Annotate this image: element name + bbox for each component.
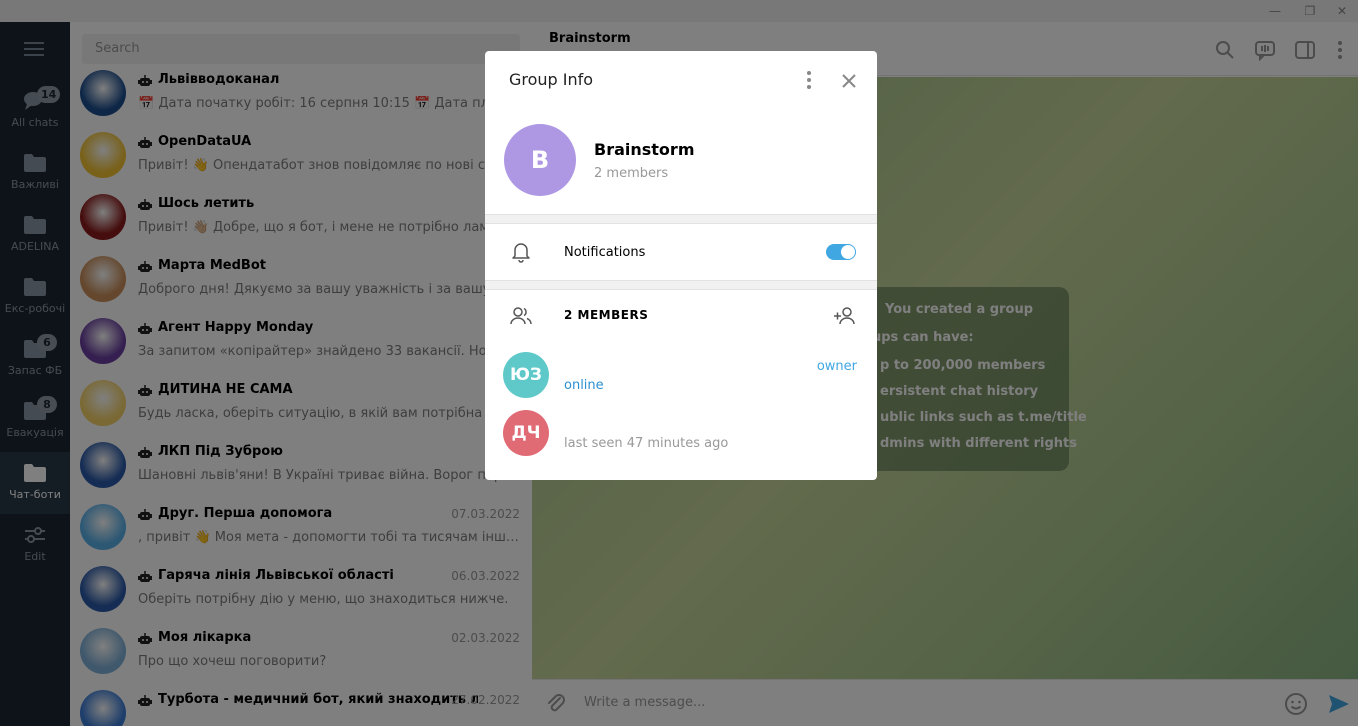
more-options-icon[interactable] bbox=[799, 69, 819, 91]
section-divider bbox=[485, 280, 877, 290]
group-avatar[interactable]: B bbox=[504, 124, 576, 196]
member-row[interactable]: ДЧ last seen 47 minutes ago bbox=[485, 410, 877, 468]
members-header: 2 MEMBERS bbox=[564, 308, 649, 322]
section-divider bbox=[485, 214, 877, 224]
members-icon bbox=[510, 307, 532, 325]
member-status: last seen 47 minutes ago bbox=[564, 436, 729, 451]
add-member-icon[interactable] bbox=[833, 305, 857, 327]
toggle-knob bbox=[841, 245, 855, 259]
member-avatar[interactable]: ЮЗ bbox=[503, 352, 549, 398]
member-avatar[interactable]: ДЧ bbox=[503, 410, 549, 456]
group-info-dialog: Group Info B Brainstorm 2 members Notifi… bbox=[485, 51, 877, 480]
group-name: Brainstorm bbox=[594, 140, 695, 159]
member-row[interactable]: ЮЗ online owner bbox=[485, 352, 877, 410]
notifications-label: Notifications bbox=[564, 245, 646, 260]
member-status: online bbox=[564, 378, 604, 393]
bell-icon bbox=[512, 243, 530, 263]
group-member-count: 2 members bbox=[594, 166, 669, 181]
member-role: owner bbox=[816, 359, 857, 374]
dialog-title: Group Info bbox=[509, 70, 594, 89]
close-icon[interactable] bbox=[837, 69, 861, 93]
notifications-toggle[interactable] bbox=[826, 244, 856, 260]
